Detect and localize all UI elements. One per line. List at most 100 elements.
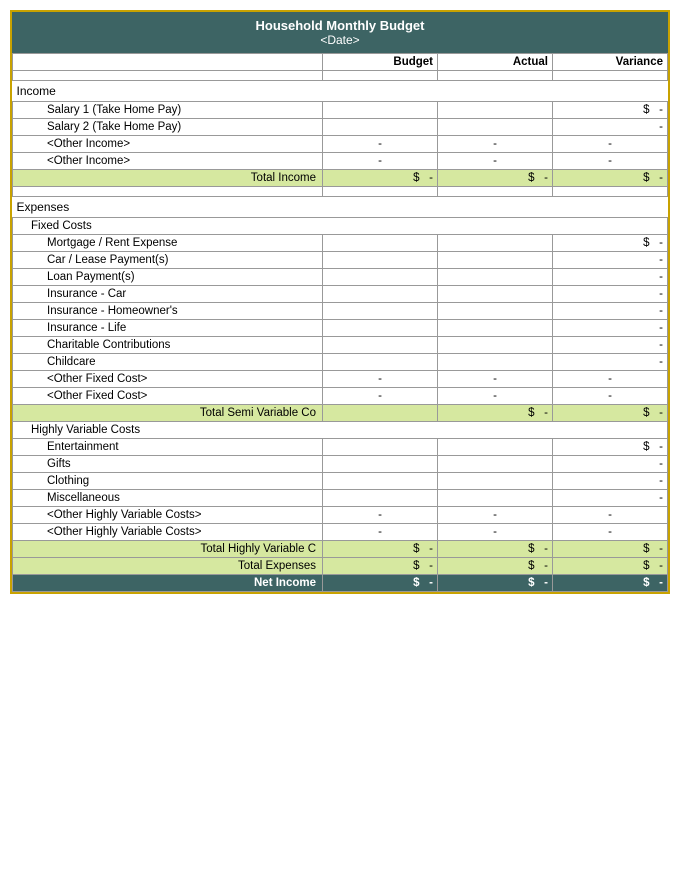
insurance-home-budget[interactable] (323, 303, 438, 320)
net-income-variance: $ - (553, 575, 668, 592)
salary2-label: Salary 2 (Take Home Pay) (13, 119, 323, 136)
clothing-budget[interactable] (323, 473, 438, 490)
col-header-budget: Budget (323, 54, 438, 71)
insurance-home-label: Insurance - Homeowner's (13, 303, 323, 320)
entertainment-label: Entertainment (13, 439, 323, 456)
mortgage-budget[interactable] (323, 235, 438, 252)
other-fixed2-label: <Other Fixed Cost> (13, 388, 323, 405)
net-income-budget: $ - (323, 575, 438, 592)
other-income1-variance: - (553, 136, 668, 153)
mortgage-actual[interactable] (438, 235, 553, 252)
fixed-item-row: Loan Payment(s) - (13, 269, 668, 286)
income-item-row: <Other Income> - - - (13, 153, 668, 170)
total-semi-actual: $ - (438, 405, 553, 422)
total-expenses-variance: $ - (553, 558, 668, 575)
total-income-row: Total Income $ - $ - $ - (13, 170, 668, 187)
other-income2-variance: - (553, 153, 668, 170)
insurance-life-actual[interactable] (438, 320, 553, 337)
loan-variance: - (553, 269, 668, 286)
other-fixed2-actual: - (438, 388, 553, 405)
gifts-budget[interactable] (323, 456, 438, 473)
childcare-budget[interactable] (323, 354, 438, 371)
charitable-budget[interactable] (323, 337, 438, 354)
hv-item-row: <Other Highly Variable Costs> - - - (13, 524, 668, 541)
salary2-budget[interactable] (323, 119, 438, 136)
insurance-home-actual[interactable] (438, 303, 553, 320)
other-hv2-label: <Other Highly Variable Costs> (13, 524, 323, 541)
total-hv-budget: $ - (323, 541, 438, 558)
charitable-actual[interactable] (438, 337, 553, 354)
other-hv1-label: <Other Highly Variable Costs> (13, 507, 323, 524)
gifts-variance: - (553, 456, 668, 473)
col-header-actual: Actual (438, 54, 553, 71)
fixed-item-row: <Other Fixed Cost> - - - (13, 388, 668, 405)
salary1-label: Salary 1 (Take Home Pay) (13, 102, 323, 119)
entertainment-actual[interactable] (438, 439, 553, 456)
other-hv2-actual: - (438, 524, 553, 541)
highly-variable-label: Highly Variable Costs (13, 422, 668, 439)
total-income-label: Total Income (13, 170, 323, 187)
total-semi-label: Total Semi Variable Co (13, 405, 323, 422)
salary1-budget[interactable] (323, 102, 438, 119)
insurance-home-variance: - (553, 303, 668, 320)
car-lease-label: Car / Lease Payment(s) (13, 252, 323, 269)
insurance-car-budget[interactable] (323, 286, 438, 303)
expenses-label: Expenses (13, 197, 668, 218)
income-item-row: Salary 2 (Take Home Pay) - (13, 119, 668, 136)
fixed-item-row: Insurance - Homeowner's - (13, 303, 668, 320)
other-hv2-variance: - (553, 524, 668, 541)
other-fixed1-actual: - (438, 371, 553, 388)
fixed-costs-header: Fixed Costs (13, 218, 668, 235)
total-income-variance: $ - (553, 170, 668, 187)
total-hv-label: Total Highly Variable C (13, 541, 323, 558)
entertainment-budget[interactable] (323, 439, 438, 456)
other-income1-budget: - (323, 136, 438, 153)
other-income2-budget: - (323, 153, 438, 170)
fixed-item-row: Insurance - Car - (13, 286, 668, 303)
mortgage-label: Mortgage / Rent Expense (13, 235, 323, 252)
other-fixed2-variance: - (553, 388, 668, 405)
fixed-item-row: Car / Lease Payment(s) - (13, 252, 668, 269)
total-hv-variance: $ - (553, 541, 668, 558)
misc-budget[interactable] (323, 490, 438, 507)
loan-actual[interactable] (438, 269, 553, 286)
misc-actual[interactable] (438, 490, 553, 507)
other-hv1-variance: - (553, 507, 668, 524)
fixed-item-row: <Other Fixed Cost> - - - (13, 371, 668, 388)
salary1-actual[interactable] (438, 102, 553, 119)
other-fixed1-label: <Other Fixed Cost> (13, 371, 323, 388)
highly-variable-header: Highly Variable Costs (13, 422, 668, 439)
car-lease-budget[interactable] (323, 252, 438, 269)
gifts-actual[interactable] (438, 456, 553, 473)
total-expenses-actual: $ - (438, 558, 553, 575)
car-lease-actual[interactable] (438, 252, 553, 269)
spreadsheet-date: <Date> (16, 33, 664, 47)
childcare-actual[interactable] (438, 354, 553, 371)
salary1-variance: $ - (553, 102, 668, 119)
total-expenses-budget: $ - (323, 558, 438, 575)
insurance-car-actual[interactable] (438, 286, 553, 303)
total-semi-budget (323, 405, 438, 422)
hv-item-row: Clothing - (13, 473, 668, 490)
insurance-car-variance: - (553, 286, 668, 303)
insurance-life-label: Insurance - Life (13, 320, 323, 337)
salary2-actual[interactable] (438, 119, 553, 136)
net-income-label: Net Income (13, 575, 323, 592)
loan-label: Loan Payment(s) (13, 269, 323, 286)
total-semi-variable-row: Total Semi Variable Co $ - $ - (13, 405, 668, 422)
insurance-life-budget[interactable] (323, 320, 438, 337)
other-fixed2-budget: - (323, 388, 438, 405)
fixed-item-row: Charitable Contributions - (13, 337, 668, 354)
total-hv-row: Total Highly Variable C $ - $ - $ - (13, 541, 668, 558)
other-hv1-actual: - (438, 507, 553, 524)
loan-budget[interactable] (323, 269, 438, 286)
total-expenses-label: Total Expenses (13, 558, 323, 575)
gifts-label: Gifts (13, 456, 323, 473)
other-hv1-budget: - (323, 507, 438, 524)
spacer-row-2 (13, 187, 668, 197)
total-expenses-row: Total Expenses $ - $ - $ - (13, 558, 668, 575)
hv-item-row: Gifts - (13, 456, 668, 473)
clothing-label: Clothing (13, 473, 323, 490)
clothing-actual[interactable] (438, 473, 553, 490)
misc-variance: - (553, 490, 668, 507)
